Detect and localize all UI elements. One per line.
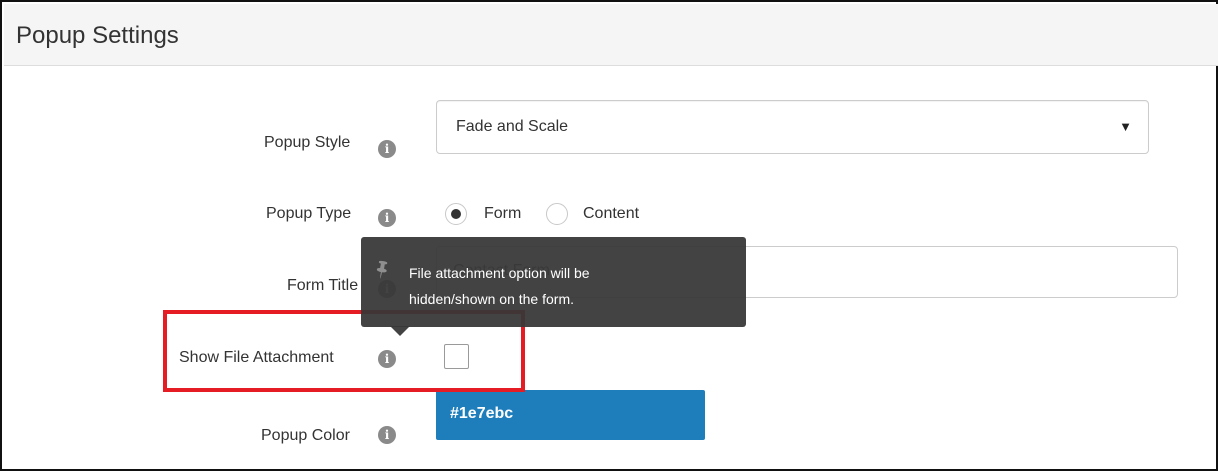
pin-icon: 🖈	[369, 254, 395, 281]
popup-color-picker[interactable]: #1e7ebc	[436, 390, 705, 440]
popup-color-value: #1e7ebc	[450, 405, 514, 422]
panel-title: Popup Settings	[16, 22, 179, 49]
popup-settings-panel: Popup Settings Popup Style i Fade and Sc…	[0, 0, 1218, 471]
form-title-label: Form Title	[287, 277, 359, 294]
popup-type-form-label[interactable]: Form	[484, 204, 521, 224]
popup-type-form-radio[interactable]	[445, 203, 467, 225]
popup-style-select[interactable]: Fade and Scale ▼	[436, 100, 1149, 154]
popup-color-info-icon[interactable]: i	[378, 426, 396, 444]
popup-type-info-icon[interactable]: i	[378, 209, 396, 227]
panel-heading: Popup Settings	[4, 4, 1218, 66]
popup-style-label: Popup Style	[264, 134, 351, 151]
tooltip-line-2: hidden/shown on the form.	[409, 291, 574, 307]
popup-type-label: Popup Type	[266, 205, 352, 222]
popup-style-selected-value: Fade and Scale	[456, 118, 569, 135]
tooltip-line-1: File attachment option will be	[409, 265, 590, 281]
popup-type-content-radio[interactable]	[546, 203, 568, 225]
popup-color-label: Popup Color	[261, 427, 350, 444]
popup-type-content-label[interactable]: Content	[583, 204, 639, 224]
tooltip-text: File attachment option will be hidden/sh…	[409, 260, 729, 312]
tooltip: 🖈 File attachment option will be hidden/…	[361, 237, 746, 327]
chevron-down-icon: ▼	[1119, 119, 1132, 134]
popup-style-info-icon[interactable]: i	[378, 140, 396, 158]
tooltip-arrow	[390, 326, 410, 336]
